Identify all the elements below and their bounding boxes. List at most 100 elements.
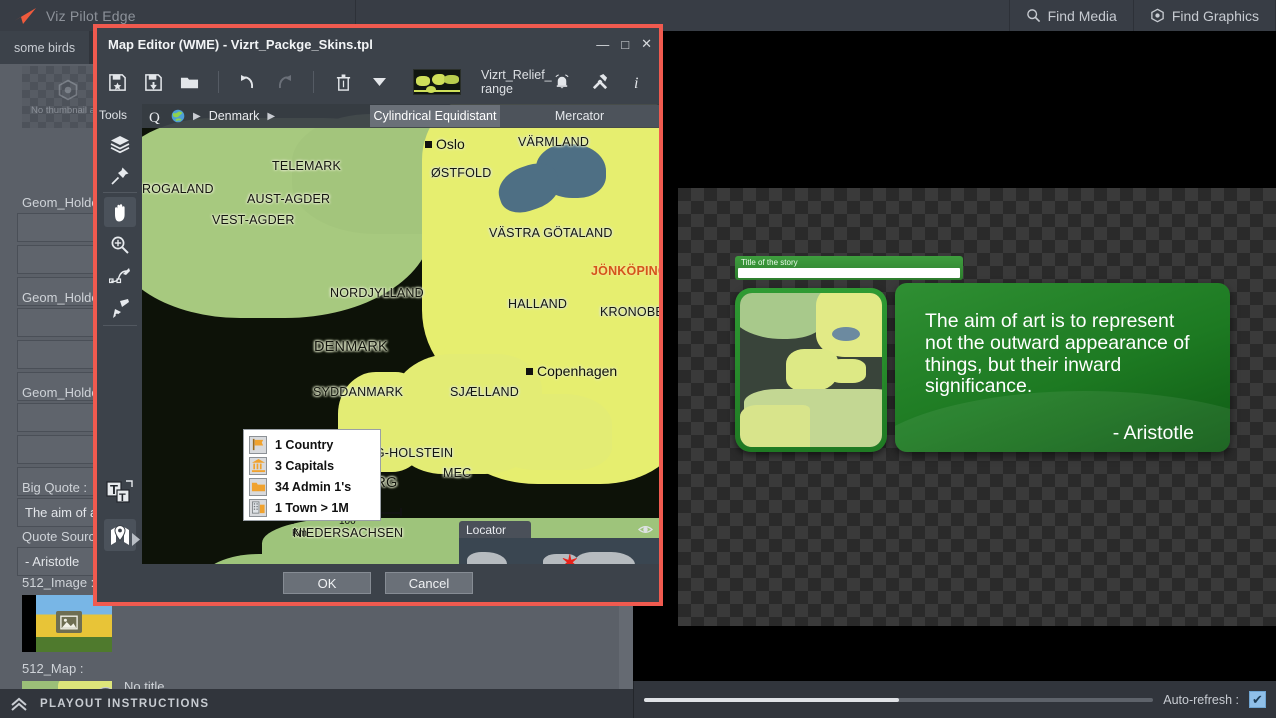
breadcrumb-location[interactable]: Denmark [209,109,260,123]
locator-position-marker: ✶ [561,552,579,564]
flag-icon [249,435,267,454]
search-q-icon[interactable]: Q [149,109,163,126]
locator-world-map[interactable]: ✶ [459,538,659,564]
legend-row-admin1[interactable]: 34 Admin 1's [244,476,380,497]
map-field-label: 512_Map : [22,661,84,676]
map-reference-name-line1: Vizrt_Relief_ [481,68,552,82]
minimize-icon[interactable]: — [596,37,609,52]
toolbar-right-group: i [550,70,650,94]
paint-pen-icon[interactable] [104,294,136,324]
app-title: Viz Pilot Edge [46,7,136,24]
map-label: DENMARK [314,339,388,355]
legend-town-label: 1 Town > 1M [275,500,349,515]
playout-instructions-label: PLAYOUT INSTRUCTIONS [40,697,210,710]
checkmark-icon: ✔ [1252,692,1263,707]
close-icon[interactable]: ✕ [641,36,652,52]
city-name: Copenhagen [537,363,618,379]
ref-land-3 [444,75,459,84]
map-field-thumbnail[interactable] [22,681,112,689]
crumb-arrow-1[interactable]: ▶ [193,111,201,122]
map-editor-title: Map Editor (WME) - Vizrt_Packge_Skins.tp… [108,36,373,52]
alert-bell-icon[interactable] [550,70,574,94]
gfx-lake [832,327,860,341]
chevron-up-double-icon[interactable] [10,696,28,712]
dropdown-caret-icon[interactable] [367,70,391,94]
map-label: ØSTFOLD [431,166,492,180]
preview-progress-slider[interactable] [644,697,1154,702]
layers-icon[interactable] [104,129,136,159]
open-folder-icon[interactable] [177,70,201,94]
map-label: SYDDANMARK [313,385,404,399]
map-label: SJÆLLAND [450,385,519,399]
map-label: KRONOBE [600,305,659,319]
find-media-button[interactable]: Find Media [1008,0,1133,31]
globe-icon[interactable] [171,109,185,123]
ok-button[interactable]: OK [283,572,371,594]
projection-cylindrical-equidistant[interactable]: Cylindrical Equidistant [370,105,500,127]
find-media-label: Find Media [1047,7,1117,24]
redo-icon[interactable] [272,70,296,94]
big-quote-label: Big Quote : [22,480,88,495]
eye-icon[interactable] [638,522,653,537]
field-label-geom-holder-1: Geom_Holder [22,195,103,210]
pan-hand-icon[interactable] [104,197,136,227]
map-editor-dialog: Map Editor (WME) - Vizrt_Packge_Skins.tp… [93,24,663,606]
crumb-arrow-2[interactable]: ▶ [267,111,275,122]
map-editor-footer: OK Cancel [97,564,659,602]
city-name: Oslo [436,136,465,152]
info-icon[interactable]: i [626,70,650,94]
loc-asia [575,552,635,564]
auto-refresh-label: Auto-refresh : [1163,692,1239,707]
gfx-land-denmark-east [828,359,866,383]
path-node-icon[interactable] [104,262,136,292]
gfx-land-germany-west [740,405,810,447]
auto-refresh-checkbox[interactable]: ✔ [1249,691,1266,708]
find-graphics-label: Find Graphics [1171,7,1259,24]
map-graphic-card [735,288,887,452]
map-label: VÄRMLAND [518,135,590,149]
map-editor-toolbar: Vizrt_Relief_ range i [97,60,659,104]
map-label: HALLAND [508,297,568,311]
hexagon-icon [56,78,80,102]
city-dot-icon [425,140,432,148]
locator-panel: Locator ✶ [459,521,659,564]
save-as-map-icon[interactable] [141,70,165,94]
map-canvas[interactable]: Q ▶ Denmark ▶ Cylindrical Equidistant Me… [142,104,659,564]
pin-icon[interactable] [104,161,136,191]
projection-mercator[interactable]: Mercator [500,105,659,127]
scale-tick-end [400,508,402,516]
arrow-logo-icon [12,6,38,26]
trash-icon[interactable] [331,70,355,94]
find-graphics-button[interactable]: Find Graphics [1132,0,1276,31]
playout-instructions-bar[interactable]: PLAYOUT INSTRUCTIONS [0,689,633,718]
map-legend-popup[interactable]: 1 Country 3 Capitals 34 Admin 1's 1 Town… [243,429,381,521]
landmass-zealand [492,394,612,470]
zoom-magnifier-icon[interactable] [104,230,136,260]
title-graphic-caption: Title of the story [741,258,798,267]
ref-equator-line [414,90,460,92]
title-graphic: Title of the story [735,256,963,280]
map-editor-titlebar[interactable]: Map Editor (WME) - Vizrt_Packge_Skins.tp… [97,28,659,60]
expand-arrow-icon[interactable] [129,524,143,554]
maximize-icon[interactable]: □ [621,37,629,52]
legend-row-town[interactable]: 1 Town > 1M [244,497,380,518]
cancel-button[interactable]: Cancel [385,572,473,594]
map-label-highlighted: JÖNKÖPING [591,264,659,278]
locator-title: Locator [459,521,531,538]
progress-fill [644,697,899,702]
legend-row-country[interactable]: 1 Country [244,434,380,455]
legend-row-capitals[interactable]: 3 Capitals [244,455,380,476]
tab-some-birds[interactable]: some birds [0,31,90,64]
title-graphic-field [738,268,960,278]
tools-label: Tools [99,108,128,122]
svg-text:Q: Q [149,110,160,124]
capital-building-icon [249,456,267,475]
map-city-marker: Oslo [425,136,465,152]
window-controls: — □ ✕ [596,28,652,60]
tools-wrench-icon[interactable] [588,70,612,94]
save-map-icon[interactable] [105,70,129,94]
map-reference-name-line2: range [481,82,513,96]
text-label-icon[interactable]: TT [104,478,136,508]
quote-graphic-source: - Aristotle [1112,422,1194,445]
undo-icon[interactable] [236,70,260,94]
